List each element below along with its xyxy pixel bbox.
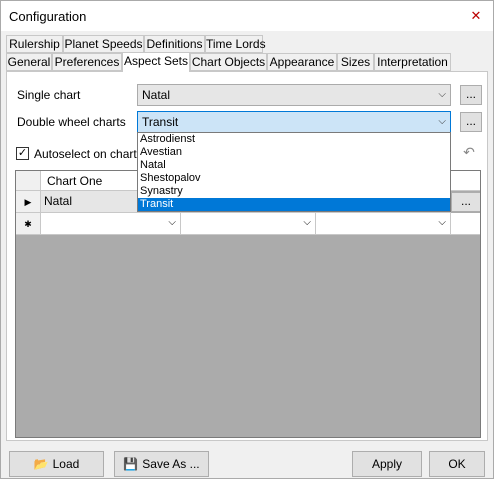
folder-open-icon: 📂	[33, 457, 49, 471]
dropdown-option[interactable]: Natal	[138, 159, 450, 172]
autoselect-label: Autoselect on chart ty	[34, 147, 150, 161]
dropdown-option[interactable]: Shestopalov	[138, 172, 450, 185]
tab-planet-speeds[interactable]: Planet Speeds	[63, 35, 144, 53]
close-icon[interactable]: ✕	[467, 7, 485, 25]
double-wheel-select[interactable]: Transit ⌵	[137, 111, 451, 133]
dropdown-option[interactable]: Astrodienst	[138, 133, 450, 146]
double-wheel-value: Transit	[142, 115, 179, 129]
dropdown-option[interactable]: Synastry	[138, 185, 450, 198]
single-chart-browse-button[interactable]: ...	[460, 85, 482, 105]
grid-corner	[16, 171, 41, 191]
save-as-button[interactable]: 💾 Save As ...	[114, 451, 209, 477]
dropdown-option[interactable]: Avestian	[138, 146, 450, 159]
window-title: Configuration	[9, 9, 87, 24]
tab-time-lords[interactable]: Time Lords	[205, 35, 266, 53]
column-header[interactable]	[451, 171, 480, 191]
autoselect-checkbox[interactable]: ✓	[16, 147, 29, 160]
tab-sizes[interactable]: Sizes	[337, 53, 374, 71]
title-bar: Configuration ✕	[1, 1, 493, 31]
configuration-window: Configuration ✕ Rulership Planet Speeds …	[0, 0, 494, 479]
single-chart-select[interactable]: Natal ⌵	[137, 84, 451, 106]
ok-button[interactable]: OK	[429, 451, 485, 477]
table-cell[interactable]	[451, 213, 480, 235]
tab-aspect-sets[interactable]: Aspect Sets	[122, 52, 190, 72]
tab-chart-objects[interactable]: Chart Objects	[190, 53, 267, 71]
single-chart-label: Single chart	[17, 88, 81, 102]
row-browse-button[interactable]: ...	[451, 192, 480, 212]
save-as-label: Save As ...	[142, 457, 200, 471]
load-label: Load	[52, 457, 80, 471]
tab-rulership[interactable]: Rulership	[6, 35, 63, 53]
single-chart-value: Natal	[142, 88, 171, 102]
dropdown-option-selected[interactable]: Transit	[138, 198, 450, 211]
row-marker-new[interactable]: ✱	[16, 213, 41, 235]
chevron-down-icon: ⌵	[303, 217, 311, 228]
load-button[interactable]: 📂 Load	[9, 451, 104, 477]
undo-icon[interactable]: ↶	[458, 141, 480, 163]
floppy-disk-icon: 💾	[123, 457, 139, 471]
table-cell-select[interactable]: ⌵	[181, 213, 316, 235]
double-wheel-dropdown-list: Astrodienst Avestian Natal Shestopalov S…	[137, 132, 451, 212]
double-wheel-browse-button[interactable]: ...	[460, 112, 482, 132]
tab-appearance[interactable]: Appearance	[267, 53, 337, 71]
chevron-down-icon: ⌵	[168, 217, 176, 228]
tab-preferences[interactable]: Preferences	[52, 53, 122, 71]
table-cell-select[interactable]: ⌵	[41, 213, 181, 235]
tab-general[interactable]: General	[6, 53, 52, 71]
apply-button[interactable]: Apply	[352, 451, 422, 477]
tab-interpretation[interactable]: Interpretation	[374, 53, 451, 71]
table-cell-select[interactable]: ⌵	[316, 213, 451, 235]
tab-definitions[interactable]: Definitions	[144, 35, 205, 53]
double-wheel-label: Double wheel charts	[17, 115, 126, 129]
chevron-down-icon: ⌵	[438, 89, 446, 100]
row-marker-current[interactable]: ▶	[16, 191, 41, 213]
chevron-down-icon: ⌵	[438, 217, 446, 228]
chevron-down-icon: ⌵	[438, 116, 446, 127]
